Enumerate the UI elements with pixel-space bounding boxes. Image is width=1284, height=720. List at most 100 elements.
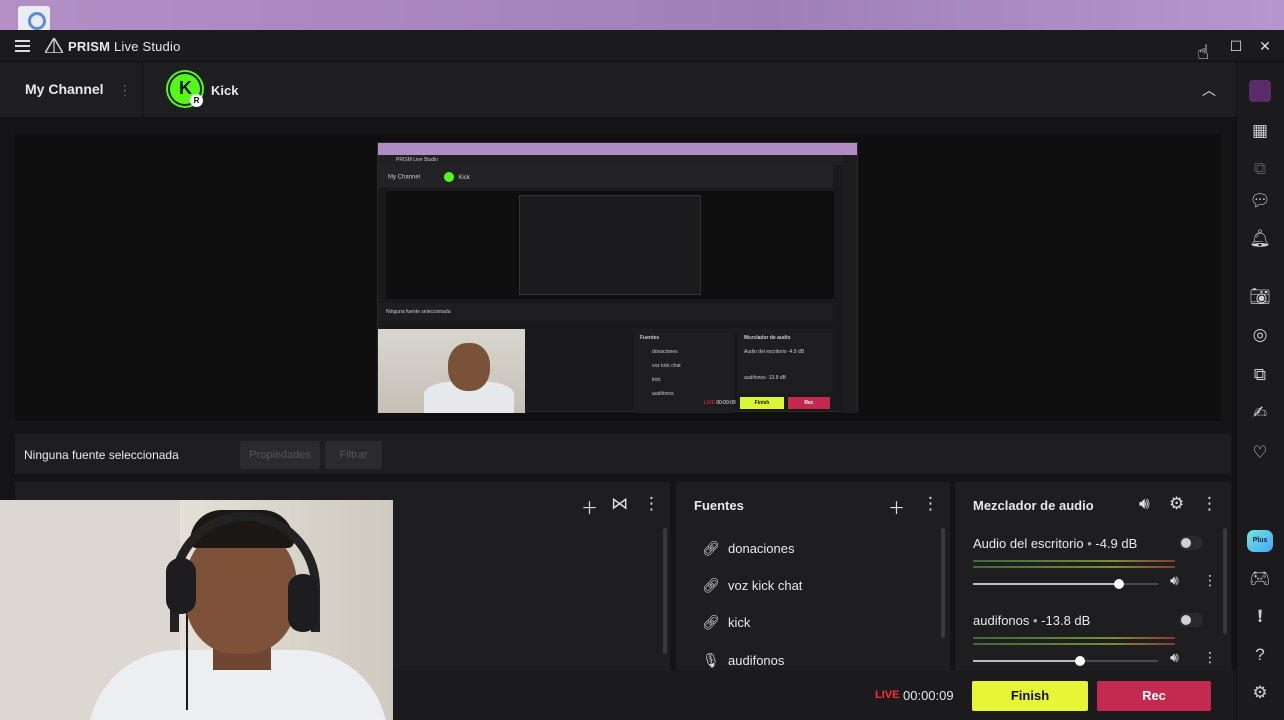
mixer-channel-level: -4.9 dB [1095, 536, 1138, 551]
channel-more-icon[interactable]: ⋮ [118, 82, 132, 99]
source-item[interactable]: 🔗︎ donaciones [702, 538, 795, 558]
nested-recursive-preview [519, 195, 701, 295]
mixer-toggle[interactable] [1179, 536, 1203, 550]
filters-button[interactable]: Filtrar [325, 441, 382, 469]
speaker-icon[interactable]: 🔊︎ [1170, 572, 1179, 589]
alert-icon[interactable]: ❗︎ [1249, 606, 1271, 628]
source-label: kick [728, 614, 751, 630]
nested-mixer-row-1: audifonos -13.8 dB [744, 375, 786, 381]
game-icon[interactable]: 🎮︎ [1249, 568, 1271, 590]
menu-icon[interactable] [15, 40, 30, 52]
app-title-bold: PRISM [68, 39, 111, 54]
maximize-icon[interactable]: ☐ [1227, 37, 1245, 55]
volume-fill [973, 583, 1119, 585]
volume-knob[interactable] [1114, 579, 1124, 589]
no-source-selected-label: Ninguna fuente seleccionada [24, 448, 179, 462]
nested-sources-title: Fuentes [640, 335, 660, 341]
source-item[interactable]: 🔗︎ kick [702, 612, 750, 632]
nested-source-0: donaciones [652, 349, 678, 355]
chevron-up-icon[interactable]: ︿ [1202, 80, 1216, 100]
nested-channel-bar: My Channel Kick [378, 165, 833, 187]
mixer-channel-name: Audio del escritorio [973, 536, 1084, 551]
settings-gear-icon[interactable]: ⚙ [1249, 682, 1271, 704]
volume-slider[interactable] [973, 656, 1158, 666]
kick-channel-name[interactable]: Kick [211, 83, 238, 98]
sources-scrollbar[interactable] [941, 528, 945, 638]
volume-slider[interactable] [973, 579, 1158, 589]
signature-icon[interactable]: ✍︎ [1249, 402, 1271, 424]
recycle-bin-icon[interactable] [18, 6, 50, 30]
nested-webcam-face [448, 343, 490, 391]
scenes-scrollbar[interactable] [663, 528, 667, 654]
help-icon[interactable]: ? [1249, 644, 1271, 666]
level-meter [973, 560, 1175, 562]
link-icon: 🔗︎ [702, 576, 720, 593]
properties-button[interactable]: Propiedades [240, 441, 320, 469]
stream-preview[interactable]: PRISM Live Studio My Channel Kick Ningun… [15, 134, 1221, 421]
multi-view-icon[interactable]: ⧉ [1249, 158, 1271, 180]
volume-fill [973, 660, 1080, 662]
kick-logo-icon: K [179, 78, 192, 98]
nested-mixer-panel: Mezclador de audio Audio del escritorio … [738, 329, 833, 393]
mixer-channel-name: audifonos [973, 613, 1030, 628]
sources-more-icon[interactable]: ⋮ [922, 494, 939, 514]
add-scene-icon[interactable]: ＋ [581, 494, 598, 519]
speaker-icon[interactable]: 🔊︎ [1170, 649, 1179, 666]
nested-preview-canvas [386, 191, 834, 299]
source-label: voz kick chat [728, 577, 803, 593]
right-side-rail: ▦ ⧉ 💬︎ 🔔︎ 📷︎ ◎ ⧉ ✍︎ ♡ Plus 🎮︎ ❗︎ ? ⚙ [1236, 62, 1284, 720]
live-indicator: LIVE [875, 689, 900, 701]
speaker-icon[interactable]: 🔊︎ [1139, 494, 1150, 514]
mixer-scrollbar[interactable] [1223, 528, 1227, 634]
sources-title: Fuentes [694, 498, 744, 513]
add-source-icon[interactable]: ＋ [888, 494, 905, 519]
level-meter [973, 566, 1175, 568]
plus-icon[interactable]: Plus [1247, 530, 1273, 552]
mixer-toggle[interactable] [1179, 613, 1203, 627]
scenes-more-icon[interactable]: ⋮ [643, 494, 660, 514]
virtual-camera-icon[interactable]: ◎ [1249, 324, 1271, 346]
nested-finish-button: Finish [740, 397, 784, 409]
link-icon: 🔗︎ [702, 613, 720, 630]
source-item[interactable]: 🎙︎ audifonos [702, 650, 784, 670]
title-bar: PRISM Live Studio ☝ ☐ ✕ [0, 30, 1284, 64]
channel-more-icon[interactable]: ⋮ [1203, 649, 1217, 666]
mixer-channel-level: -13.8 dB [1041, 613, 1091, 628]
nested-channel-title: My Channel [388, 174, 421, 181]
channel-badge: R [190, 94, 203, 107]
nested-kick-icon [443, 172, 454, 182]
bell-icon[interactable]: 🔔︎ [1249, 228, 1271, 250]
finish-button[interactable]: Finish [972, 681, 1088, 711]
nested-rec-button: Rec [788, 397, 830, 409]
profile-icon[interactable] [1249, 80, 1271, 102]
level-meter [973, 643, 1175, 645]
layout-icon[interactable]: ▦ [1249, 120, 1271, 142]
source-item[interactable]: 🔗︎ voz kick chat [702, 575, 802, 595]
channel-bar: My Channel ⋮ K R Kick ︿ [0, 62, 1236, 118]
app-title-rest: Live Studio [110, 39, 181, 54]
nested-live: LIVE [704, 400, 715, 406]
heart-icon[interactable]: ♡ [1249, 442, 1271, 464]
mixer-more-icon[interactable]: ⋮ [1201, 494, 1218, 514]
overlay-icon[interactable]: ⧉ [1249, 364, 1271, 386]
webcam-overlay [0, 500, 393, 720]
nested-source-2: kick [652, 377, 661, 383]
gear-icon[interactable]: ⚙ [1169, 494, 1184, 514]
desktop-background [0, 0, 1284, 30]
source-label: audifonos [728, 652, 785, 668]
volume-knob[interactable] [1075, 656, 1085, 666]
mixer-channel-audifonos: audifonos • -13.8 dB [973, 613, 1091, 628]
prism-logo-icon [45, 38, 63, 53]
nested-source-1: voz kick chat [652, 363, 681, 369]
my-channel-label[interactable]: My Channel [25, 81, 104, 97]
close-icon[interactable]: ✕ [1256, 37, 1274, 55]
channel-more-icon[interactable]: ⋮ [1203, 572, 1217, 589]
headphone-left-icon [166, 558, 196, 614]
kick-channel-avatar[interactable]: K R [168, 72, 203, 107]
rec-button[interactable]: Rec [1097, 681, 1211, 711]
stream-timer: 00:00:09 [903, 688, 954, 703]
chat-icon[interactable]: 💬︎ [1249, 190, 1271, 212]
transition-icon[interactable]: ⋈ [611, 494, 628, 514]
nested-mixer-title: Mezclador de audio [744, 335, 791, 341]
camera-icon[interactable]: 📷︎ [1249, 286, 1271, 308]
